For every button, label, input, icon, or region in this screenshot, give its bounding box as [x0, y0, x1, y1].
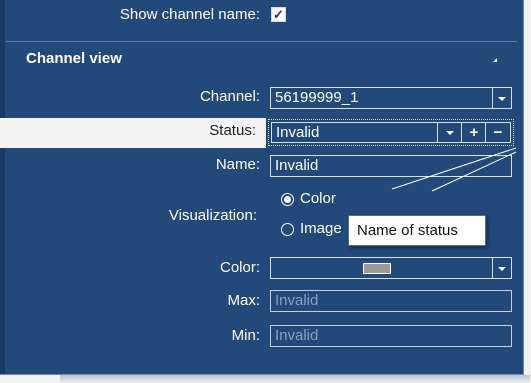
color-dropdown[interactable] — [270, 257, 512, 279]
max-value: Invalid — [275, 292, 319, 309]
min-value: Invalid — [275, 327, 319, 344]
max-label: Max: — [227, 292, 260, 309]
min-input[interactable]: Invalid — [270, 325, 512, 347]
tooltip-pointer — [391, 147, 517, 192]
panel-shadow — [60, 375, 530, 383]
color-label: Color: — [219, 259, 260, 276]
color-dropdown-button[interactable] — [492, 258, 511, 278]
status-tooltip: Name of status — [348, 215, 486, 246]
min-label: Min: — [231, 327, 260, 344]
color-swatch — [363, 263, 391, 274]
channel-properties-panel: Show channel name: ✓ Channel view Channe… — [0, 0, 524, 375]
chevron-down-icon — [498, 267, 506, 271]
max-input[interactable]: Invalid — [270, 290, 512, 312]
